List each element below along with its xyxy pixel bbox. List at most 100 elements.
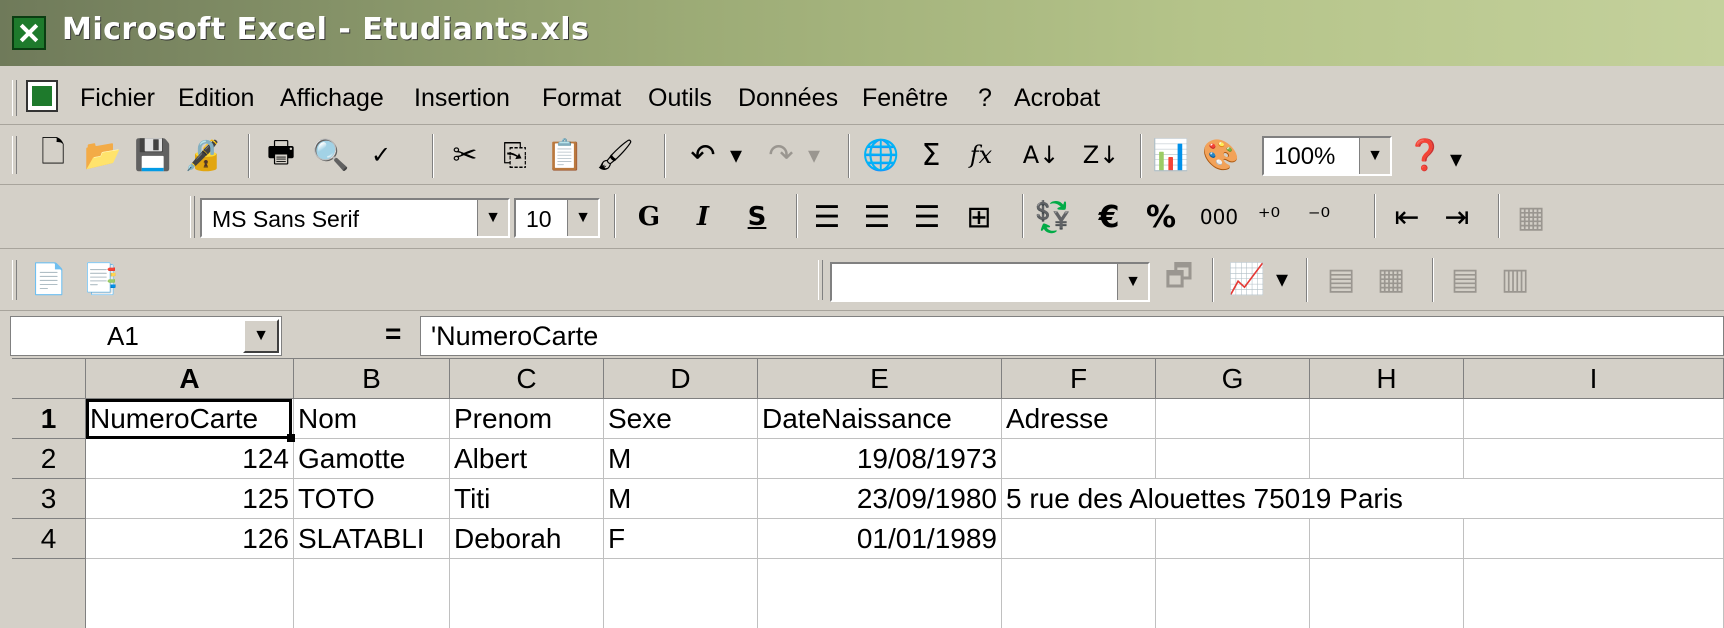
column-header-b[interactable]: B bbox=[294, 359, 450, 399]
euro-icon[interactable]: € bbox=[1090, 198, 1128, 236]
paste-icon[interactable]: 📋 bbox=[546, 136, 584, 174]
save-icon[interactable]: 💾 bbox=[134, 136, 172, 174]
copy-icon[interactable]: ⎘ bbox=[496, 136, 534, 174]
column-header-c[interactable]: C bbox=[450, 359, 604, 399]
cell-c1[interactable]: Prenom bbox=[450, 399, 604, 439]
cell-d4[interactable]: F bbox=[604, 519, 758, 559]
chart-type-icon[interactable]: 📈 bbox=[1228, 260, 1266, 298]
cell-b4[interactable]: SLATABLI bbox=[294, 519, 450, 559]
cell-h1[interactable] bbox=[1310, 399, 1464, 439]
align-center-icon[interactable]: ☰ bbox=[858, 198, 896, 236]
menu-fenetre[interactable]: Fenêtre bbox=[862, 84, 948, 113]
cut-icon[interactable]: ✂ bbox=[446, 136, 484, 174]
menu-acrobat[interactable]: Acrobat bbox=[1014, 84, 1100, 113]
menu-format[interactable]: Format bbox=[542, 84, 621, 113]
align-left-icon[interactable]: ☰ bbox=[808, 198, 846, 236]
print-preview-icon[interactable]: 🔍 bbox=[312, 136, 350, 174]
cell-b1[interactable]: Nom bbox=[294, 399, 450, 439]
row-header-2[interactable]: 2 bbox=[12, 439, 86, 479]
row-header-1[interactable]: 1 bbox=[12, 399, 86, 439]
data-table-icon[interactable]: ▦ bbox=[1372, 260, 1410, 298]
cell-f5[interactable] bbox=[1002, 559, 1156, 628]
cell-g5[interactable] bbox=[1156, 559, 1310, 628]
autosum-icon[interactable]: Σ bbox=[912, 136, 950, 174]
redo-icon[interactable]: ↷ bbox=[762, 136, 800, 174]
cell-b2[interactable]: Gamotte bbox=[294, 439, 450, 479]
sort-ascending-icon[interactable]: A↓ bbox=[1022, 136, 1060, 174]
undo-dropdown-icon[interactable]: ▾ bbox=[724, 136, 748, 174]
cell-a5[interactable] bbox=[86, 559, 294, 628]
zoom-dropdown-icon[interactable]: ▼ bbox=[1359, 138, 1390, 174]
sort-descending-icon[interactable]: Z↓ bbox=[1082, 136, 1120, 174]
cell-d5[interactable] bbox=[604, 559, 758, 628]
cell-a3[interactable]: 125 bbox=[86, 479, 294, 519]
column-header-d[interactable]: D bbox=[604, 359, 758, 399]
decrease-decimal-icon[interactable]: ⁻⁰ bbox=[1300, 198, 1338, 236]
cell-c5[interactable] bbox=[450, 559, 604, 628]
formula-input[interactable]: 'NumeroCarte bbox=[420, 316, 1724, 356]
menubar-grip[interactable] bbox=[12, 80, 17, 116]
chart-type-dropdown-icon[interactable]: ▾ bbox=[1270, 260, 1294, 298]
font-name-combo[interactable]: MS Sans Serif ▼ bbox=[200, 198, 510, 238]
zoom-combo[interactable]: 100% ▼ bbox=[1262, 136, 1392, 176]
cell-f1[interactable]: Adresse bbox=[1002, 399, 1156, 439]
cell-i1[interactable] bbox=[1464, 399, 1724, 439]
cell-a1[interactable]: NumeroCarte bbox=[86, 399, 294, 439]
cell-d3[interactable]: M bbox=[604, 479, 758, 519]
font-size-dropdown-icon[interactable]: ▼ bbox=[567, 200, 598, 236]
properties-icon[interactable]: 🗗 bbox=[1160, 259, 1198, 298]
by-row-icon[interactable]: ▤ bbox=[1446, 260, 1484, 298]
increase-indent-icon[interactable]: ⇥ bbox=[1438, 198, 1476, 236]
toolbar-grip[interactable] bbox=[190, 196, 195, 238]
menu-fichier[interactable]: Fichier bbox=[80, 84, 155, 113]
currency-icon[interactable]: 💱 bbox=[1034, 198, 1072, 236]
print-icon[interactable]: 🖶 bbox=[262, 135, 300, 174]
redo-dropdown-icon[interactable]: ▾ bbox=[802, 136, 826, 174]
cell-a4[interactable]: 126 bbox=[86, 519, 294, 559]
row-header-5[interactable] bbox=[12, 559, 86, 628]
name-box[interactable]: A1 ▼ bbox=[10, 316, 282, 356]
cell-b3[interactable]: TOTO bbox=[294, 479, 450, 519]
menu-affichage[interactable]: Affichage bbox=[280, 84, 384, 113]
help-icon[interactable]: ❓ bbox=[1406, 136, 1444, 174]
chart-wizard-icon[interactable]: 📊 bbox=[1152, 136, 1190, 174]
menu-insertion[interactable]: Insertion bbox=[414, 84, 510, 113]
italic-button[interactable]: I bbox=[684, 198, 722, 236]
convert-and-email-pdf-icon[interactable]: 📑 bbox=[82, 260, 120, 298]
column-header-g[interactable]: G bbox=[1156, 359, 1310, 399]
cell-e4[interactable]: 01/01/1989 bbox=[758, 519, 1002, 559]
cell-e5[interactable] bbox=[758, 559, 1002, 628]
thousands-separator-button[interactable]: 000 bbox=[1200, 198, 1238, 236]
cell-g2[interactable] bbox=[1156, 439, 1310, 479]
hyperlink-globe-icon[interactable]: 🌐 bbox=[862, 136, 900, 174]
excel-app-icon[interactable] bbox=[12, 16, 46, 50]
cell-e2[interactable]: 19/08/1973 bbox=[758, 439, 1002, 479]
column-header-e[interactable]: E bbox=[758, 359, 1002, 399]
menu-outils[interactable]: Outils bbox=[648, 84, 712, 113]
function-icon[interactable]: fx bbox=[962, 136, 1000, 174]
open-folder-icon[interactable]: 📂 bbox=[84, 136, 122, 174]
toolbar-grip[interactable] bbox=[818, 260, 823, 300]
toolbar-options-icon[interactable]: ▾ bbox=[1446, 140, 1466, 178]
drawing-icon[interactable]: 🎨 bbox=[1202, 136, 1240, 174]
cell-c3[interactable]: Titi bbox=[450, 479, 604, 519]
cell-c4[interactable]: Deborah bbox=[450, 519, 604, 559]
fill-handle[interactable] bbox=[287, 434, 295, 442]
cell-b5[interactable] bbox=[294, 559, 450, 628]
column-header-h[interactable]: H bbox=[1310, 359, 1464, 399]
legend-icon[interactable]: ▤ bbox=[1322, 260, 1360, 298]
name-box-dropdown-icon[interactable]: ▼ bbox=[243, 319, 279, 353]
menu-donnees[interactable]: Données bbox=[738, 84, 838, 113]
increase-decimal-icon[interactable]: ⁺⁰ bbox=[1250, 198, 1288, 236]
by-column-icon[interactable]: ▥ bbox=[1496, 260, 1534, 298]
new-document-icon[interactable]: 🗋 bbox=[34, 135, 72, 174]
cell-h2[interactable] bbox=[1310, 439, 1464, 479]
cell-c2[interactable]: Albert bbox=[450, 439, 604, 479]
spelling-icon[interactable]: ✓ bbox=[362, 136, 400, 174]
row-header-3[interactable]: 3 bbox=[12, 479, 86, 519]
cell-h5[interactable] bbox=[1310, 559, 1464, 628]
undo-icon[interactable]: ↶ bbox=[684, 136, 722, 174]
bold-button[interactable]: G bbox=[630, 198, 668, 236]
underline-button[interactable]: S bbox=[738, 198, 776, 236]
menu-help[interactable]: ? bbox=[978, 84, 992, 113]
